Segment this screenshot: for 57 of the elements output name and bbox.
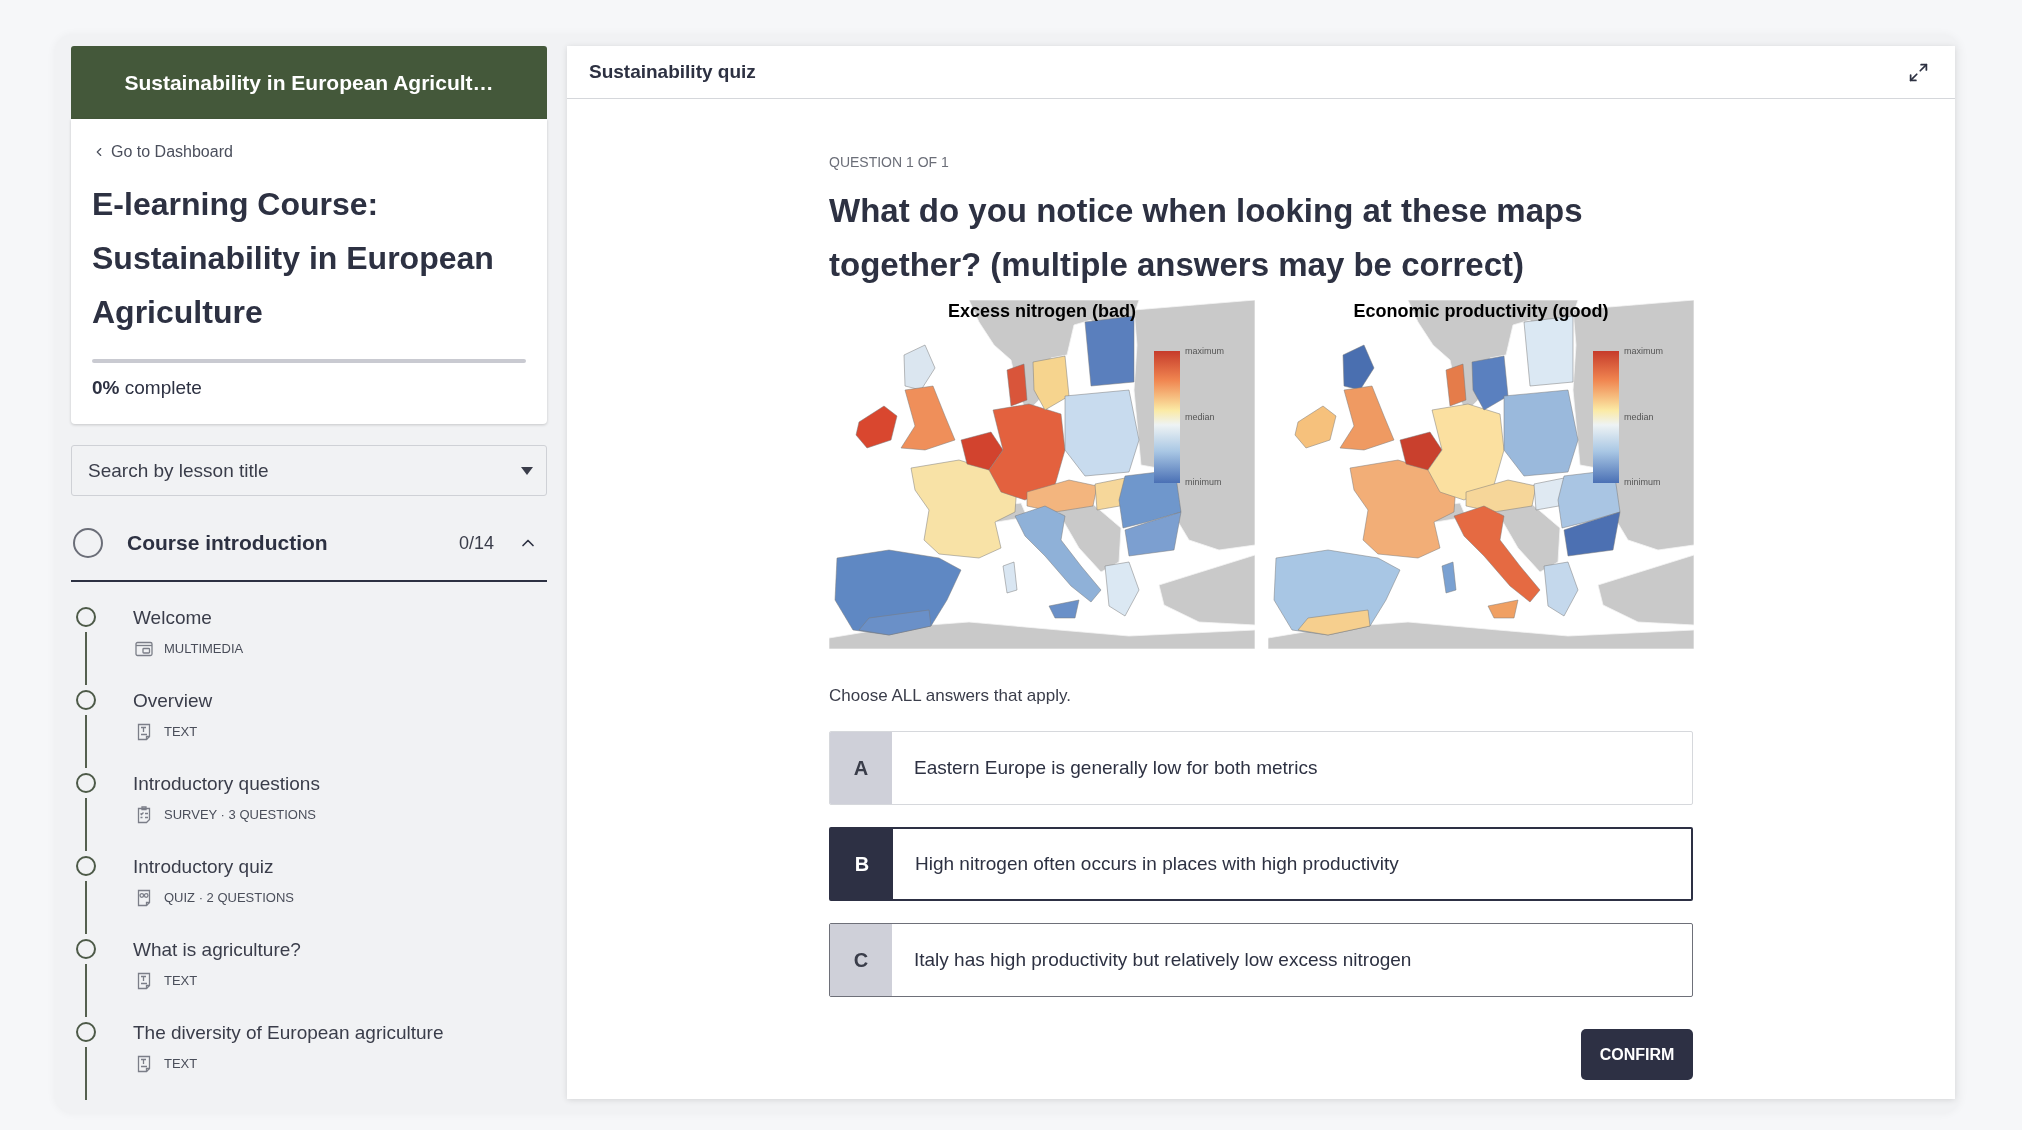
question-counter: QUESTION 1 OF 1 [829, 153, 949, 171]
timeline-connector [85, 1047, 87, 1100]
instruction-text: Choose ALL answers that apply. [829, 685, 1071, 707]
option-letter: B [831, 829, 893, 899]
lesson-title[interactable]: What is agriculture? [133, 939, 301, 961]
legend-label: minimum [1185, 477, 1223, 488]
timeline-connector [85, 964, 87, 1017]
option-text: Italy has high productivity but relatively low excess nitrogen [914, 947, 1412, 972]
option-letter: A [830, 732, 892, 804]
course-header-title: Sustainability in European Agricult… [124, 69, 494, 96]
timeline-connector [85, 798, 87, 851]
lesson-type-label: TEXT [164, 972, 198, 990]
lesson-title[interactable]: Overview [133, 690, 213, 712]
lesson-search-field[interactable]: Search by lesson title [71, 445, 547, 496]
document-icon [135, 1055, 153, 1073]
color-scale-icon [1154, 351, 1180, 483]
timeline-connector [85, 881, 87, 934]
document-icon [135, 723, 153, 741]
caret-down-icon [521, 467, 533, 475]
lesson-count: 0/14 [458, 531, 494, 555]
legend-label: median [1624, 411, 1655, 423]
legend-label: maximum [1185, 346, 1224, 357]
back-link[interactable]: Go to Dashboard [92, 142, 233, 162]
lesson-title[interactable]: Introductory questions [133, 773, 320, 795]
section-title[interactable]: Course introduction [127, 527, 328, 559]
document-icon [135, 972, 153, 990]
media-window-icon [135, 640, 153, 658]
lesson-type-label: TEXT [164, 1055, 198, 1073]
lesson-title[interactable]: Introductory quiz [133, 856, 274, 878]
lesson-type-label: MULTIMEDIA [164, 640, 244, 658]
timeline-connector [85, 715, 87, 768]
progress-text: 0% complete [92, 376, 202, 400]
timeline-connector [85, 632, 87, 685]
quiz-form-icon [135, 889, 153, 907]
lesson-type-label: QUIZ · 2 QUESTIONS [164, 889, 294, 907]
panel-title: Sustainability quiz [589, 59, 756, 84]
checklist-icon [135, 806, 153, 824]
course-title: E-learning Course: Sustainability in European Agriculture [92, 185, 495, 332]
lesson-title[interactable]: The diversity of European agriculture [133, 1022, 444, 1044]
map-title: Excess nitrogen (bad) [947, 300, 1136, 322]
answer-option[interactable]: B High nitrogen often occurs in places with high productivity [829, 827, 1693, 901]
map-title: Economic productivity (good) [1353, 300, 1609, 322]
answer-option[interactable]: C Italy has high productivity but relatively low excess nitrogen [829, 923, 1693, 997]
answer-option[interactable]: A Eastern Europe is generally low for both metrics [829, 731, 1693, 805]
option-letter: C [830, 924, 892, 996]
option-text: High nitrogen often occurs in places with high productivity [915, 851, 1399, 876]
question-text: What do you notice when looking at these maps together? (multiple answers may be correct) [829, 191, 1584, 285]
legend-label: minimum [1624, 477, 1662, 488]
legend-label: maximum [1624, 346, 1663, 357]
legend-label: median [1185, 411, 1216, 423]
lesson-type-label: TEXT [164, 723, 198, 741]
option-text: Eastern Europe is generally low for both metrics [914, 755, 1318, 780]
color-scale-icon [1593, 351, 1619, 483]
lesson-title[interactable]: Welcome [133, 607, 212, 629]
expand-icon[interactable] [1908, 61, 1929, 83]
confirm-button[interactable]: CONFIRM [1581, 1029, 1693, 1080]
lesson-type-label: SURVEY · 3 QUESTIONS [164, 806, 316, 824]
